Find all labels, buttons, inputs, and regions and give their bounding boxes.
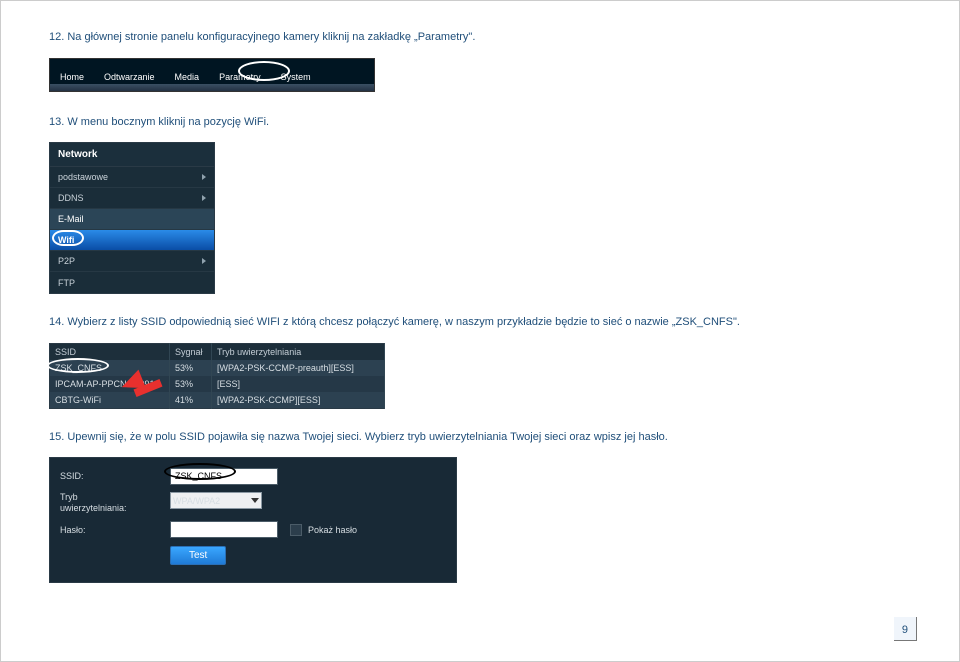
password-input[interactable] (170, 521, 278, 538)
form-row-auth: Tryb uwierzytelniania: WPA/WPA2 (60, 492, 446, 514)
chevron-right-icon (202, 195, 206, 201)
test-button[interactable]: Test (170, 546, 226, 565)
nav-odtwarzanie[interactable]: Odtwarzanie (94, 67, 165, 82)
auth-select-value: WPA/WPA2 (173, 496, 220, 506)
step-14-text: 14. Wybierz z listy SSID odpowiednią sie… (49, 314, 911, 331)
sidebar-item-label: FTP (58, 278, 75, 288)
network-sidebar: Network podstawowe DDNS E-Mail Wifi P2P … (49, 142, 215, 294)
table-header-row: SSID Sygnał Tryb uwierzytelniania (50, 343, 385, 360)
parametry-highlight-circle (238, 61, 290, 81)
form-row-ssid: SSID: (60, 466, 446, 486)
wifi-highlight-circle (52, 230, 84, 246)
sidebar-item-label: E-Mail (58, 214, 84, 224)
auth-select[interactable]: WPA/WPA2 (170, 492, 262, 509)
sidebar-item-ddns[interactable]: DDNS (50, 188, 214, 209)
camera-navbar: Home Odtwarzanie Media Parametry System (49, 58, 375, 92)
cell-signal: 53% (170, 376, 212, 392)
wifi-networks-table: SSID Sygnał Tryb uwierzytelniania ZSK_CN… (49, 343, 385, 409)
step-15-text: 15. Upewnij się, że w polu SSID pojawiła… (49, 429, 911, 446)
form-row-password: Hasło: Pokaż hasło (60, 520, 446, 540)
ssid-label: SSID: (60, 471, 170, 481)
sidebar-item-p2p[interactable]: P2P (50, 251, 214, 272)
sidebar-item-podstawowe[interactable]: podstawowe (50, 167, 214, 188)
cell-auth: [WPA2-PSK-CCMP-preauth][ESS] (212, 360, 385, 376)
wifi-form: SSID: Tryb uwierzytelniania: WPA/WPA2 Ha… (49, 457, 457, 583)
table-row[interactable]: IPCAM-AP-PPCN-00091 53% [ESS] (50, 376, 385, 392)
show-password-label: Pokaż hasło (308, 525, 357, 535)
col-signal: Sygnał (170, 343, 212, 360)
ssid-field-highlight-circle (164, 463, 236, 480)
page-number: 9 (894, 617, 917, 641)
step-12-text: 12. Na głównej stronie panelu konfigurac… (49, 29, 911, 46)
sidebar-item-label: podstawowe (58, 172, 108, 182)
cell-signal: 41% (170, 392, 212, 409)
cell-signal: 53% (170, 360, 212, 376)
nav-home[interactable]: Home (50, 67, 94, 82)
chevron-right-icon (202, 258, 206, 264)
cell-auth: [ESS] (212, 376, 385, 392)
col-ssid: SSID (50, 343, 170, 360)
sidebar-item-email[interactable]: E-Mail (50, 209, 214, 230)
show-password-checkbox[interactable] (290, 524, 302, 536)
chevron-down-icon (251, 498, 259, 503)
sidebar-item-label: P2P (58, 256, 75, 266)
nav-media[interactable]: Media (165, 67, 210, 82)
col-auth: Tryb uwierzytelniania (212, 343, 385, 360)
auth-label: Tryb uwierzytelniania: (60, 492, 170, 514)
step-13-text: 13. W menu bocznym kliknij na pozycję Wi… (49, 114, 911, 131)
cell-ssid: CBTG-WiFi (50, 392, 170, 409)
password-label: Hasło: (60, 525, 170, 535)
zsk-highlight-circle (47, 358, 109, 373)
chevron-right-icon (202, 174, 206, 180)
sidebar-header: Network (50, 143, 214, 167)
cell-auth: [WPA2-PSK-CCMP][ESS] (212, 392, 385, 409)
table-row[interactable]: CBTG-WiFi 41% [WPA2-PSK-CCMP][ESS] (50, 392, 385, 409)
navbar-band (50, 84, 374, 91)
sidebar-item-ftp[interactable]: FTP (50, 272, 214, 293)
sidebar-item-label: DDNS (58, 193, 84, 203)
form-row-test: Test (60, 546, 446, 566)
